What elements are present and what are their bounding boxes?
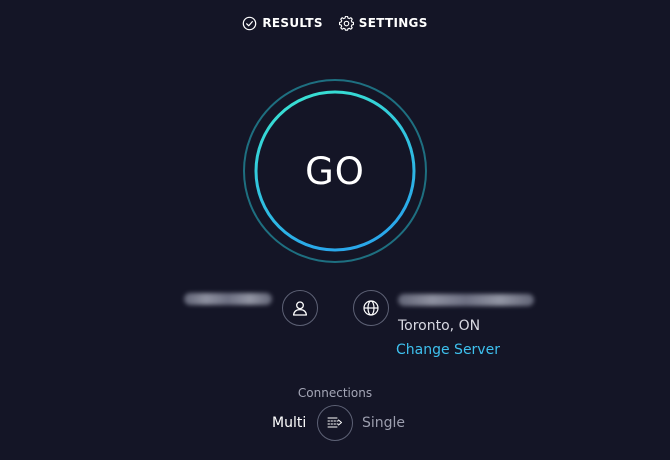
- results-label: RESULTS: [262, 16, 323, 30]
- server-location: Toronto, ON: [398, 318, 481, 334]
- results-nav-link[interactable]: RESULTS: [242, 16, 322, 31]
- host-name-redacted: [184, 293, 272, 305]
- speedtest-page: RESULTS SETTINGS GO Toronto, ON Change S…: [0, 0, 670, 460]
- isp-name-redacted: [398, 294, 534, 306]
- connections-single-option[interactable]: Single: [362, 415, 405, 431]
- change-server-link[interactable]: Change Server: [396, 342, 500, 358]
- connections-toggle-icon[interactable]: [317, 405, 353, 441]
- settings-nav-link[interactable]: SETTINGS: [338, 15, 428, 31]
- connections-multi-option[interactable]: Multi: [272, 415, 306, 431]
- go-button[interactable]: GO: [255, 91, 415, 251]
- connections-title: Connections: [297, 386, 373, 400]
- settings-label: SETTINGS: [358, 16, 428, 30]
- gear-icon: [338, 15, 354, 31]
- check-circle-icon: [242, 16, 257, 31]
- go-button-container: GO: [242, 78, 428, 264]
- top-navigation: RESULTS SETTINGS: [0, 13, 670, 33]
- user-icon: [282, 290, 318, 326]
- globe-icon: [353, 290, 389, 326]
